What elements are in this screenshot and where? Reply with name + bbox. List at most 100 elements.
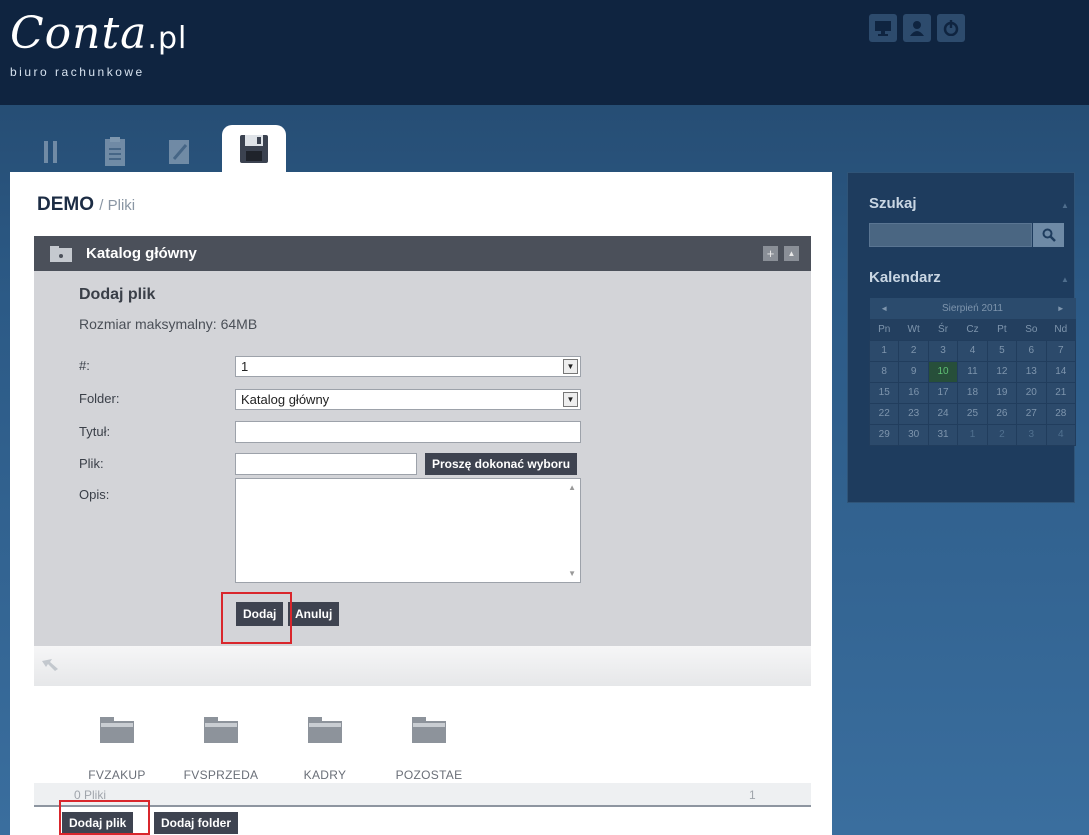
calendar: ◄ Sierpień 2011 ► Pn Wt Śr Cz Pt So Nd 1… bbox=[868, 298, 1077, 446]
calendar-day[interactable]: 1 bbox=[868, 339, 900, 362]
calendar-day[interactable]: 8 bbox=[868, 360, 900, 383]
calendar-day[interactable]: 9 bbox=[898, 360, 929, 383]
calendar-day[interactable]: 2 bbox=[986, 423, 1018, 446]
scroll-up-icon[interactable]: ▲ bbox=[568, 483, 576, 492]
plus-icon[interactable]: + bbox=[763, 246, 778, 261]
folder-item[interactable]: KADRY bbox=[273, 717, 377, 782]
chevron-down-icon[interactable]: ▼ bbox=[563, 359, 578, 374]
title-label: Tytuł: bbox=[79, 424, 111, 439]
title-input[interactable] bbox=[235, 421, 581, 443]
weekday-label: Śr bbox=[928, 319, 958, 340]
breadcrumb: DEMO / Pliki bbox=[37, 194, 135, 216]
calendar-day[interactable]: 6 bbox=[1016, 339, 1047, 362]
file-input[interactable] bbox=[235, 453, 417, 475]
folder-select[interactable]: Katalog główny ▼ bbox=[235, 389, 581, 410]
browse-button[interactable]: Proszę dokonać wyboru bbox=[425, 453, 578, 475]
calendar-day[interactable]: 4 bbox=[957, 339, 988, 362]
calendar-day[interactable]: 29 bbox=[868, 423, 900, 446]
status-bar: 0 Pliki 1 bbox=[34, 783, 811, 807]
tools-icon bbox=[44, 141, 57, 163]
calendar-day[interactable]: 24 bbox=[927, 402, 959, 425]
module-tabs bbox=[24, 125, 286, 172]
user-icon[interactable] bbox=[903, 14, 931, 42]
calendar-day[interactable]: 23 bbox=[898, 402, 929, 425]
calendar-day[interactable]: 28 bbox=[1045, 402, 1077, 425]
calendar-day[interactable]: 4 bbox=[1045, 423, 1077, 446]
number-select-value: 1 bbox=[241, 359, 249, 374]
folder-select-value: Katalog główny bbox=[241, 392, 330, 407]
page-number[interactable]: 1 bbox=[749, 788, 756, 802]
folder-name: POZOSTAE bbox=[395, 768, 463, 782]
folder-icon bbox=[412, 717, 446, 743]
tab-clipboard[interactable] bbox=[88, 132, 142, 172]
description-label: Opis: bbox=[79, 487, 110, 502]
calendar-day[interactable]: 30 bbox=[898, 423, 929, 446]
calendar-day[interactable]: 19 bbox=[986, 381, 1018, 404]
open-folder-icon bbox=[50, 245, 72, 262]
collapse-icon[interactable]: ▲ bbox=[1061, 201, 1069, 210]
tab-notepad[interactable] bbox=[152, 132, 206, 172]
panel-title: Katalog główny bbox=[86, 245, 197, 262]
floppy-disk-icon bbox=[240, 134, 268, 163]
add-folder-button[interactable]: Dodaj folder bbox=[154, 812, 239, 834]
calendar-day[interactable]: 12 bbox=[986, 360, 1018, 383]
monitor-icon[interactable] bbox=[869, 14, 897, 42]
power-icon[interactable] bbox=[937, 14, 965, 42]
calendar-day[interactable]: 16 bbox=[898, 381, 929, 404]
breadcrumb-root[interactable]: DEMO bbox=[37, 194, 94, 215]
panel-controls: + ▲ bbox=[763, 246, 799, 261]
next-month-icon[interactable]: ► bbox=[1046, 298, 1076, 319]
cancel-button[interactable]: Anuluj bbox=[288, 602, 340, 626]
calendar-day[interactable]: 13 bbox=[1016, 360, 1047, 383]
calendar-day[interactable]: 31 bbox=[927, 423, 959, 446]
top-bar: Conta.pl biuro rachunkowe bbox=[0, 0, 1089, 105]
tab-files[interactable] bbox=[222, 125, 286, 172]
weekday-label: Pn bbox=[869, 319, 899, 340]
chevron-down-icon[interactable]: ▼ bbox=[563, 392, 578, 407]
number-label: #: bbox=[79, 358, 90, 373]
calendar-day[interactable]: 26 bbox=[986, 402, 1018, 425]
calendar-day[interactable]: 25 bbox=[957, 402, 988, 425]
calendar-day[interactable]: 20 bbox=[1016, 381, 1047, 404]
folder-list: FVZAKUP FVSPRZEDA KADRY POZOSTAE bbox=[65, 717, 481, 782]
folder-item[interactable]: FVZAKUP bbox=[65, 717, 169, 782]
calendar-day[interactable]: 11 bbox=[957, 360, 988, 383]
collapse-icon[interactable]: ▲ bbox=[1061, 275, 1069, 284]
description-textarea[interactable]: ▲ ▼ bbox=[235, 478, 581, 583]
folder-name: FVZAKUP bbox=[88, 768, 146, 782]
number-select[interactable]: 1 ▼ bbox=[235, 356, 581, 377]
search-button[interactable] bbox=[1033, 223, 1064, 247]
back-arrow-icon[interactable] bbox=[42, 659, 58, 671]
calendar-day[interactable]: 14 bbox=[1045, 360, 1077, 383]
folder-icon bbox=[100, 717, 134, 743]
calendar-day[interactable]: 15 bbox=[868, 381, 900, 404]
calendar-day[interactable]: 22 bbox=[868, 402, 900, 425]
collapse-icon[interactable]: ▲ bbox=[784, 246, 799, 261]
folder-item[interactable]: FVSPRZEDA bbox=[169, 717, 273, 782]
calendar-day[interactable]: 17 bbox=[927, 381, 959, 404]
calendar-day[interactable]: 3 bbox=[927, 339, 959, 362]
prev-month-icon[interactable]: ◄ bbox=[869, 298, 899, 319]
logo[interactable]: Conta.pl biuro rachunkowe bbox=[10, 10, 187, 80]
weekday-label: Pt bbox=[987, 319, 1017, 340]
calendar-day[interactable]: 5 bbox=[986, 339, 1018, 362]
search-input[interactable] bbox=[869, 223, 1032, 247]
calendar-day[interactable]: 7 bbox=[1045, 339, 1077, 362]
folder-item[interactable]: POZOSTAE bbox=[377, 717, 481, 782]
tab-tools[interactable] bbox=[24, 132, 78, 172]
calendar-title: Kalendarz bbox=[869, 269, 941, 286]
scroll-down-icon[interactable]: ▼ bbox=[568, 569, 576, 578]
folder-icon bbox=[308, 717, 342, 743]
calendar-day[interactable]: 27 bbox=[1016, 402, 1047, 425]
header-icons bbox=[869, 14, 965, 42]
calendar-day-today[interactable]: 10 bbox=[927, 360, 959, 383]
calendar-day[interactable]: 21 bbox=[1045, 381, 1077, 404]
folder-nav-bar bbox=[34, 646, 811, 686]
calendar-day[interactable]: 3 bbox=[1016, 423, 1047, 446]
calendar-day[interactable]: 1 bbox=[957, 423, 988, 446]
highlight-box bbox=[59, 800, 150, 835]
panel-header: Katalog główny + ▲ bbox=[34, 236, 811, 271]
calendar-day[interactable]: 2 bbox=[898, 339, 929, 362]
file-label: Plik: bbox=[79, 456, 104, 471]
calendar-day[interactable]: 18 bbox=[957, 381, 988, 404]
